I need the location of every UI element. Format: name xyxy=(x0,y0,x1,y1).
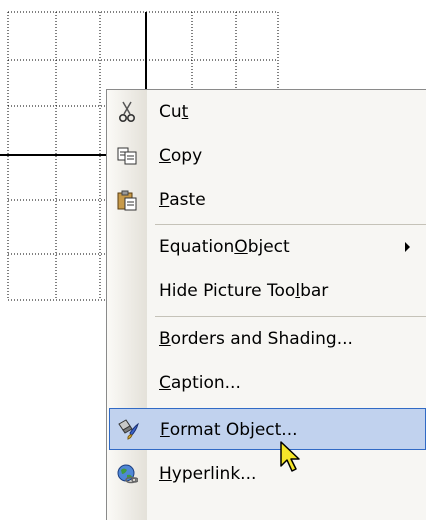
menu-item-caption[interactable]: Caption... xyxy=(107,361,426,405)
menu-item-format-object[interactable]: Format Object... xyxy=(109,408,426,450)
mouse-pointer-icon xyxy=(280,441,300,472)
menu-item-copy[interactable]: Copy xyxy=(107,134,426,178)
menu-item-hyperlink[interactable]: Hyperlink... xyxy=(107,452,426,496)
menu-item-label: Caption... xyxy=(159,373,241,393)
menu-item-label: Hyperlink... xyxy=(159,464,257,484)
menu-item-label: Paste xyxy=(159,190,206,210)
context-menu: Cu t Copy Paste Equation O bject Hide Pi… xyxy=(106,89,426,520)
hyperlink-icon xyxy=(107,452,147,496)
scissors-icon xyxy=(107,90,147,134)
menu-item-borders-and-shading[interactable]: Borders and Shading... xyxy=(107,317,426,361)
paste-icon xyxy=(107,178,147,222)
menu-item-hide-picture-toolbar[interactable]: Hide Picture Too l bar xyxy=(107,269,426,313)
copy-icon xyxy=(107,134,147,178)
menu-item-label: Equation Object xyxy=(159,237,290,257)
submenu-arrow-icon xyxy=(405,242,410,252)
menu-item-equation-object[interactable]: Equation Object xyxy=(107,225,426,269)
menu-item-label: Borders and Shading... xyxy=(159,329,353,349)
menu-item-cut[interactable]: Cu t xyxy=(107,90,426,134)
menu-item-label: Cu t xyxy=(159,102,189,122)
menu-item-paste[interactable]: Paste xyxy=(107,178,426,222)
menu-item-label: Hide Picture Too l bar xyxy=(159,281,329,301)
menu-item-label: Copy xyxy=(159,146,203,166)
format-object-icon xyxy=(108,408,148,450)
